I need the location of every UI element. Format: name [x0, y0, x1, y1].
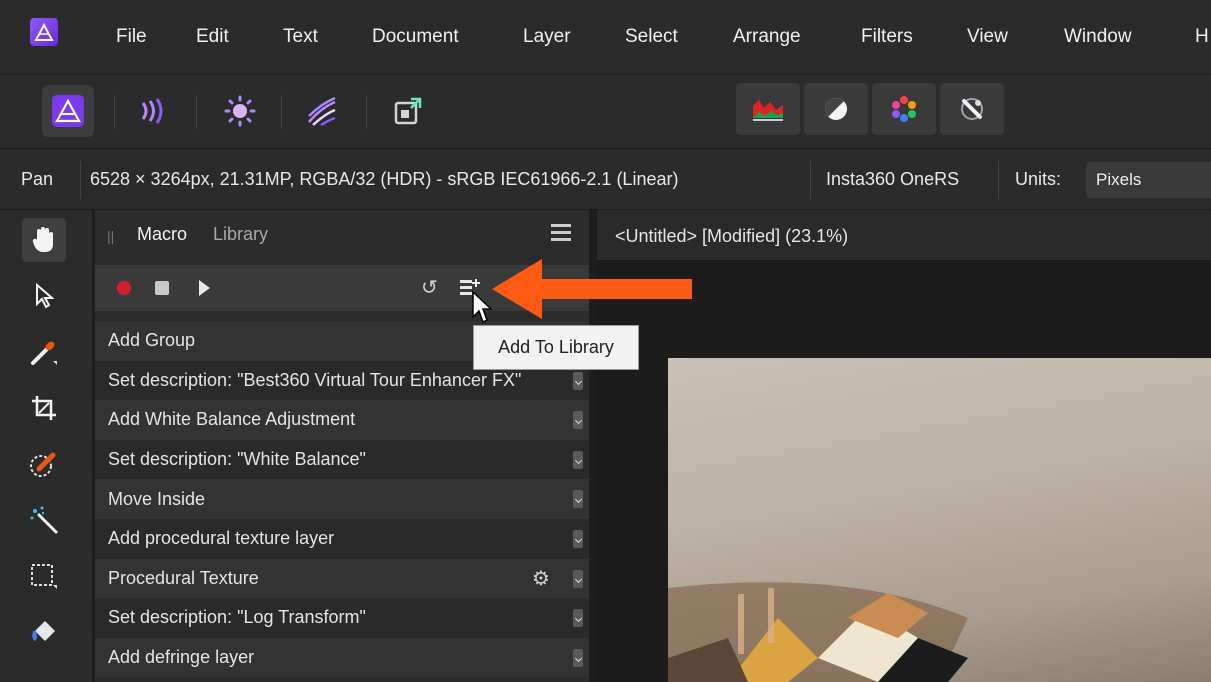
- expand-step-icon[interactable]: [573, 569, 583, 588]
- crop-tool-icon[interactable]: [22, 386, 66, 430]
- panel-menu-icon[interactable]: [551, 224, 571, 245]
- record-button[interactable]: [117, 281, 131, 295]
- menu-view[interactable]: View: [967, 26, 1008, 48]
- macro-step-row[interactable]: Add procedural texture layer: [95, 518, 589, 559]
- stop-button[interactable]: [155, 281, 169, 295]
- menu-help[interactable]: H: [1195, 26, 1209, 48]
- menu-layer[interactable]: Layer: [523, 26, 571, 48]
- macro-steps-list: Add Group Set description: "Best360 Virt…: [95, 321, 589, 678]
- units-select-value: Pixels: [1096, 170, 1142, 189]
- macro-step-label: Add White Balance Adjustment: [108, 409, 356, 430]
- menu-edit[interactable]: Edit: [196, 26, 229, 48]
- tools-panel: [0, 210, 92, 682]
- camera-info: Insta360 OneRS: [826, 169, 960, 189]
- menu-window[interactable]: Window: [1064, 26, 1132, 48]
- units-select[interactable]: Pixels: [1086, 162, 1211, 198]
- macro-step-row[interactable]: Move Inside: [95, 479, 589, 519]
- tab-library[interactable]: Library: [213, 224, 268, 245]
- macro-step-row[interactable]: Set description: "White Balance": [95, 439, 589, 480]
- panorama-image: [668, 358, 1211, 682]
- photo-persona-icon[interactable]: [42, 85, 94, 137]
- persona-divider: [281, 95, 282, 129]
- quick-toggle-group: [736, 83, 1005, 135]
- menu-file[interactable]: File: [116, 26, 147, 48]
- units-label: Units:: [1015, 169, 1062, 189]
- persona-divider: [366, 95, 367, 129]
- macro-step-row[interactable]: Add defringe layer: [95, 637, 589, 678]
- selection-brush-icon[interactable]: [22, 442, 66, 486]
- expand-step-icon[interactable]: [573, 529, 583, 548]
- expand-step-icon[interactable]: [573, 609, 583, 628]
- expand-step-icon[interactable]: [573, 411, 583, 430]
- macro-step-label: Add Group: [108, 330, 196, 351]
- mask-toggle-icon[interactable]: [804, 83, 868, 135]
- menu-select[interactable]: Select: [625, 26, 678, 48]
- menu-bar: File Edit Text Document Layer Select Arr…: [0, 0, 1211, 74]
- magic-wand-icon[interactable]: [22, 498, 66, 542]
- context-divider: [810, 161, 811, 199]
- macro-step-row[interactable]: Set description: "Log Transform": [95, 598, 589, 638]
- context-divider: [80, 161, 81, 199]
- macro-step-label: Set description: "White Balance": [108, 449, 366, 470]
- brush-tool-icon[interactable]: [22, 330, 66, 374]
- marquee-tool-icon[interactable]: [22, 554, 66, 598]
- tab-macro[interactable]: Macro: [137, 224, 187, 245]
- fill-tool-icon[interactable]: [22, 610, 66, 654]
- gear-icon[interactable]: ⚙: [532, 566, 550, 591]
- current-tool-label: Pan: [21, 169, 54, 189]
- macro-step-label: Add defringe layer: [108, 647, 255, 668]
- export-persona-icon[interactable]: [382, 85, 434, 137]
- undo-icon[interactable]: ↺: [421, 275, 438, 300]
- macro-step-label: Set description: "Log Transform": [108, 607, 366, 628]
- menu-arrange[interactable]: Arrange: [733, 26, 801, 48]
- expand-step-icon[interactable]: [573, 450, 583, 469]
- document-tab[interactable]: <Untitled> [Modified] (23.1%): [615, 226, 848, 247]
- canvas-area[interactable]: [596, 260, 1211, 682]
- add-to-library-tooltip: Add To Library: [473, 325, 639, 370]
- menu-text[interactable]: Text: [283, 26, 318, 48]
- panel-grip-icon[interactable]: ||: [107, 228, 114, 244]
- annotation-arrow-icon: [492, 259, 692, 319]
- move-tool-icon[interactable]: [22, 274, 66, 318]
- menu-filters[interactable]: Filters: [861, 26, 913, 48]
- persona-divider: [114, 95, 115, 129]
- document-tab-bar: <Untitled> [Modified] (23.1%): [596, 210, 1211, 260]
- develop-persona-icon[interactable]: [214, 85, 266, 137]
- eyedropper-icon[interactable]: [940, 83, 1004, 135]
- color-wheel-icon[interactable]: [872, 83, 936, 135]
- document-info: 6528 × 3264px, 21.31MP, RGBA/32 (HDR) - …: [90, 169, 679, 189]
- macro-step-label: Set description: "Best360 Virtual Tour E…: [108, 369, 522, 390]
- expand-step-icon[interactable]: [573, 490, 583, 509]
- macro-step-row[interactable]: Add White Balance Adjustment: [95, 400, 589, 440]
- persona-toolbar: [0, 74, 1211, 148]
- expand-step-icon[interactable]: [573, 648, 583, 667]
- macro-step-label: Procedural Texture: [108, 567, 259, 588]
- liquify-persona-icon[interactable]: [128, 85, 180, 137]
- macro-step-label: Add procedural texture layer: [108, 528, 335, 549]
- play-button[interactable]: [199, 280, 210, 296]
- hand-tool-icon[interactable]: [22, 218, 66, 262]
- panel-tab-bar: || Macro Library: [95, 210, 589, 260]
- tone-mapping-persona-icon[interactable]: [296, 85, 348, 137]
- context-divider: [998, 161, 999, 199]
- context-toolbar: Pan 6528 × 3264px, 21.31MP, RGBA/32 (HDR…: [0, 148, 1211, 210]
- expand-step-icon[interactable]: [573, 371, 583, 390]
- histogram-icon[interactable]: [736, 83, 800, 135]
- menu-document[interactable]: Document: [372, 26, 459, 48]
- macro-step-label: Move Inside: [108, 488, 206, 509]
- macro-step-row[interactable]: Procedural Texture ⚙: [95, 558, 589, 599]
- persona-divider: [196, 95, 197, 129]
- mouse-cursor-icon: [472, 290, 493, 324]
- affinity-photo-logo-icon[interactable]: [30, 18, 58, 46]
